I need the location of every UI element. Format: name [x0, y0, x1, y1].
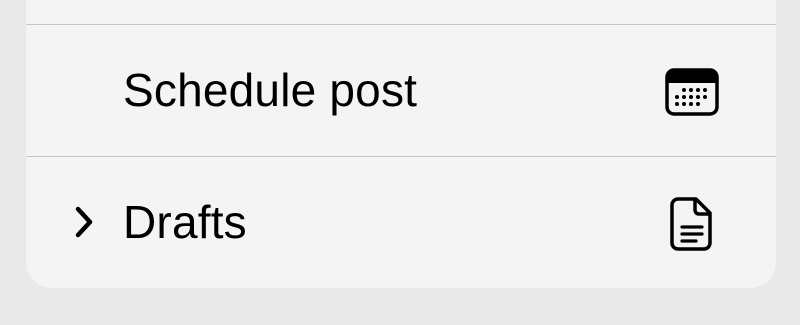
menu-item-drafts[interactable]: Drafts: [26, 157, 776, 288]
chevron-right-icon: [70, 205, 98, 239]
action-menu: Schedule post Drafts: [26, 0, 776, 288]
menu-item-schedule-post[interactable]: Schedule post: [26, 25, 776, 156]
menu-item-label: Schedule post: [123, 64, 418, 116]
menu-item-label: Drafts: [123, 196, 247, 248]
document-icon: [664, 197, 720, 253]
menu-item-above[interactable]: [26, 0, 776, 24]
calendar-icon: [664, 65, 720, 121]
